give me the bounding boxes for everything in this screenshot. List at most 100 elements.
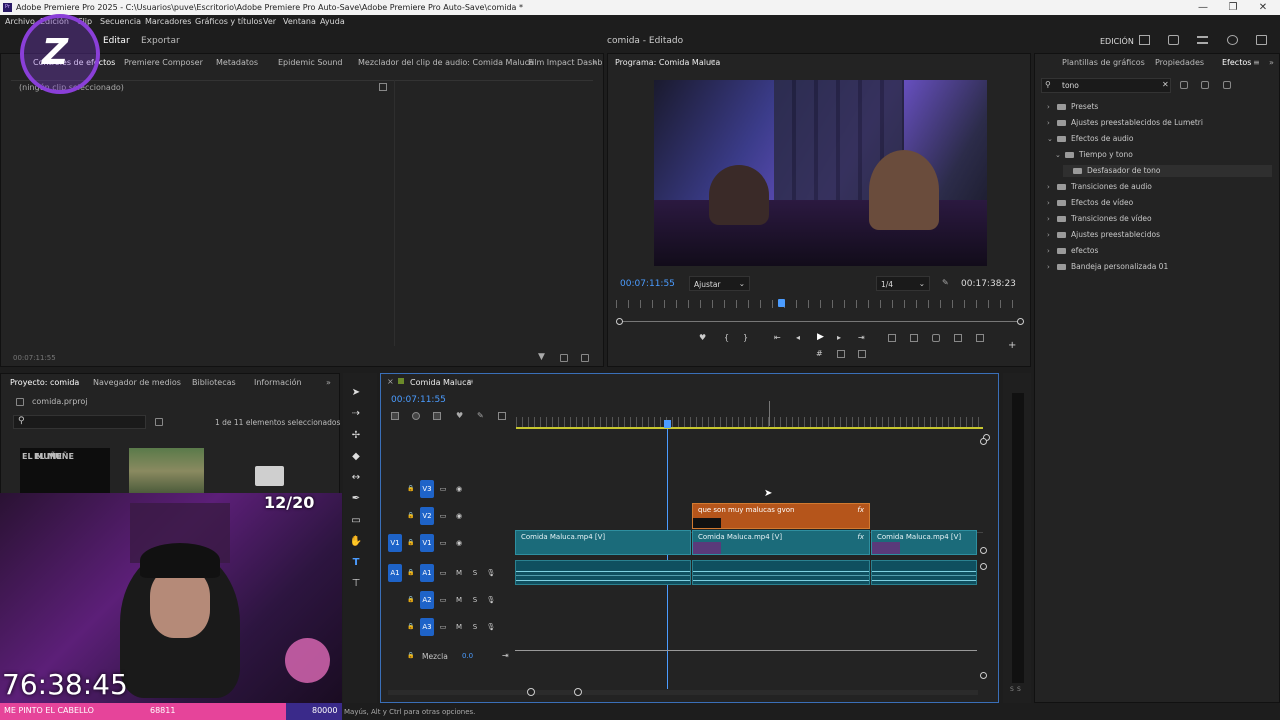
sync-lock-icon[interactable]: ▭ xyxy=(436,507,450,525)
timeline-settings-icon[interactable]: ✎ xyxy=(477,411,484,420)
program-playhead[interactable] xyxy=(778,299,786,307)
type-tool-icon[interactable]: T xyxy=(349,556,363,570)
menu-secuencia[interactable]: Secuencia xyxy=(100,15,141,29)
chevron-right-icon[interactable]: › xyxy=(1047,197,1057,209)
effects-tree-item[interactable]: › Transiciones de vídeo xyxy=(1047,213,1152,225)
media-thumbnail[interactable]: EL MUÑE EL MUÑE xyxy=(20,448,110,494)
tab-properties[interactable]: Propiedades xyxy=(1155,58,1204,67)
effects-menu-icon[interactable]: ≡ xyxy=(1253,58,1260,67)
step-back-icon[interactable]: ◂ xyxy=(796,333,800,342)
track-target-v1[interactable]: V1 xyxy=(420,534,434,552)
meter-solo-label[interactable]: S xyxy=(1017,686,1021,693)
track-target-a3[interactable]: A3 xyxy=(420,618,434,636)
menu-ayuda[interactable]: Ayuda xyxy=(320,15,345,29)
effects-tree-item[interactable]: ⌄ Efectos de audio xyxy=(1047,133,1133,145)
panel-overflow-icon[interactable]: » xyxy=(326,378,331,387)
effects-tree-item[interactable]: › efectos xyxy=(1047,245,1098,257)
marker-icon[interactable]: ♥ xyxy=(699,333,706,342)
nest-icon[interactable] xyxy=(391,412,399,420)
tab-project[interactable]: Proyecto: comida xyxy=(10,378,79,387)
tab-media-browser[interactable]: Navegador de medios xyxy=(93,378,181,387)
sequence-title[interactable]: Comida Maluca xyxy=(410,378,471,387)
tab-libraries[interactable]: Bibliotecas xyxy=(192,378,236,387)
mute-button[interactable]: M xyxy=(452,618,466,636)
workspace-icon[interactable] xyxy=(1139,35,1150,45)
pen-tool-icon[interactable]: ✒ xyxy=(349,492,363,506)
media-thumbnail-landscape[interactable] xyxy=(129,448,204,494)
minimize-button[interactable]: — xyxy=(1188,0,1218,15)
filter-icon[interactable]: ▼ xyxy=(538,352,545,362)
effects-search[interactable]: ⚲ ✕ xyxy=(1041,78,1171,93)
32bit-effects-icon[interactable] xyxy=(1201,81,1209,89)
rectangle-tool-icon[interactable]: ▭ xyxy=(349,514,363,528)
zoom-bar[interactable] xyxy=(620,321,1020,322)
audio-clip-2[interactable] xyxy=(692,560,870,585)
send-icon[interactable] xyxy=(581,354,589,362)
video-clip-1[interactable]: Comida Maluca.mp4 [V] xyxy=(515,530,691,555)
sync-lock-icon[interactable]: ▭ xyxy=(436,618,450,636)
lock-icon[interactable]: 🔒 xyxy=(404,564,418,582)
track-target-a1[interactable]: A1 xyxy=(420,564,434,582)
panel-overflow-icon[interactable]: » xyxy=(592,58,597,67)
effects-tree-item[interactable]: › Presets xyxy=(1047,101,1098,113)
go-to-out-icon[interactable]: ⇥ xyxy=(858,333,865,342)
mark-in-icon[interactable]: { xyxy=(724,333,729,342)
step-forward-icon[interactable]: ▸ xyxy=(837,333,841,342)
vertical-scroll-handle[interactable] xyxy=(980,547,987,554)
zoom-handle-left[interactable] xyxy=(616,318,623,325)
track-target-v3[interactable]: V3 xyxy=(420,480,434,498)
panel-toggle-icon[interactable] xyxy=(379,83,387,91)
clear-search-icon[interactable]: ✕ xyxy=(1162,80,1169,89)
chevron-down-icon[interactable]: ⌄ xyxy=(1055,149,1065,161)
snap-icon[interactable] xyxy=(412,412,420,420)
tab-effects[interactable]: Efectos xyxy=(1222,58,1251,67)
effects-tree-item[interactable]: ⌄ Tiempo y tono xyxy=(1055,149,1133,161)
caption-tool-icon[interactable]: ⊤ xyxy=(349,577,363,591)
tab-audio-clip-mixer[interactable]: Mezclador del clip de audio: Comida Malu… xyxy=(358,58,534,67)
effects-tree-item[interactable]: › Ajustes preestablecidos xyxy=(1047,229,1160,241)
mix-line[interactable] xyxy=(515,650,977,651)
eye-icon[interactable]: ◉ xyxy=(452,480,466,498)
go-to-in-icon[interactable]: ⇤ xyxy=(774,333,781,342)
camera-icon[interactable] xyxy=(932,334,940,342)
video-clip-2[interactable]: Comida Maluca.mp4 [V] fx xyxy=(692,530,870,555)
eye-icon[interactable]: ◉ xyxy=(452,534,466,552)
mute-button[interactable]: M xyxy=(452,564,466,582)
chevron-right-icon[interactable]: › xyxy=(1047,181,1057,193)
vertical-scroll-handle[interactable] xyxy=(980,563,987,570)
meter-solo-label[interactable]: S xyxy=(1010,686,1014,693)
vertical-scroll-handle[interactable] xyxy=(980,438,987,445)
lock-icon[interactable]: 🔒 xyxy=(404,647,418,665)
microphone-icon[interactable]: 🎙 xyxy=(484,618,498,636)
mark-out-icon[interactable]: } xyxy=(743,333,748,342)
captions-icon[interactable] xyxy=(498,412,506,420)
timeline-playhead-handle[interactable] xyxy=(664,420,671,428)
track-target-v2[interactable]: V2 xyxy=(420,507,434,525)
effects-tree-item[interactable]: › Transiciones de audio xyxy=(1047,181,1152,193)
timeline-ruler[interactable] xyxy=(516,417,983,429)
menu-graficos[interactable]: Gráficos y títulos xyxy=(195,15,263,29)
chevron-right-icon[interactable]: › xyxy=(1047,117,1057,129)
menu-ver[interactable]: Ver xyxy=(263,15,276,29)
bin-folder-icon[interactable] xyxy=(255,466,284,486)
chevron-right-icon[interactable]: › xyxy=(1047,245,1057,257)
wrench-icon[interactable]: ✎ xyxy=(942,278,949,287)
linked-selection-icon[interactable] xyxy=(433,412,441,420)
lock-icon[interactable]: 🔒 xyxy=(404,507,418,525)
program-menu-icon[interactable]: ≡ xyxy=(709,57,716,66)
title-clip[interactable]: que son muy malucas gvon fx xyxy=(692,503,870,529)
frame-icon[interactable] xyxy=(858,350,866,358)
sync-lock-icon[interactable]: ▭ xyxy=(436,534,450,552)
sync-lock-icon[interactable]: ▭ xyxy=(436,591,450,609)
program-timecode[interactable]: 00:07:11:55 xyxy=(620,279,675,289)
resolution-dropdown[interactable]: 1/4 ⌄ xyxy=(876,276,930,291)
panel-overflow-icon[interactable]: » xyxy=(1269,58,1274,67)
maximize-button[interactable]: ❐ xyxy=(1218,0,1248,15)
mix-end-icon[interactable]: ⇥ xyxy=(502,651,509,660)
slip-tool-icon[interactable]: ↔ xyxy=(349,471,363,485)
lock-icon[interactable]: 🔒 xyxy=(404,618,418,636)
program-video-frame[interactable] xyxy=(654,80,987,266)
share-icon[interactable] xyxy=(1168,35,1179,45)
razor-tool-icon[interactable]: ◆ xyxy=(349,450,363,464)
chevron-right-icon[interactable]: › xyxy=(1047,261,1057,273)
